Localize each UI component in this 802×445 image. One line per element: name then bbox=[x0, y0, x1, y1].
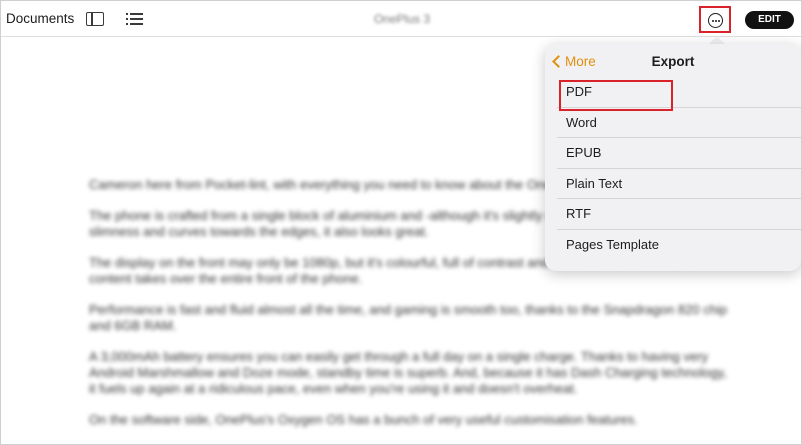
export-item-pdf[interactable]: PDF bbox=[557, 77, 801, 111]
export-item-word[interactable]: Word bbox=[557, 108, 801, 138]
top-toolbar: Documents OnePlus 3 EDIT bbox=[1, 1, 801, 37]
edit-button[interactable]: EDIT bbox=[745, 11, 794, 29]
document-paragraph: Performance is fast and fluid almost all… bbox=[89, 302, 728, 333]
document-paragraph: On the software side, OnePlus's Oxygen O… bbox=[89, 412, 638, 427]
document-title: OnePlus 3 bbox=[373, 12, 431, 26]
app-window: Cameron here from Pocket-lint, with ever… bbox=[0, 0, 802, 445]
document-paragraph: A 3,000mAh battery ensures you can easil… bbox=[89, 349, 727, 396]
more-options-button[interactable] bbox=[699, 6, 731, 33]
export-popover: More Export PDF Word EPUB Plain Text RTF… bbox=[545, 44, 801, 271]
export-item-pages-template[interactable]: Pages Template bbox=[557, 230, 801, 261]
export-item-rtf[interactable]: RTF bbox=[557, 199, 801, 230]
export-item-plain-text[interactable]: Plain Text bbox=[557, 169, 801, 199]
more-options-icon bbox=[708, 13, 723, 28]
popover-title: Export bbox=[651, 54, 695, 69]
export-item-epub[interactable]: EPUB bbox=[557, 138, 801, 169]
export-format-list: PDF Word EPUB Plain Text RTF Pages Templ… bbox=[557, 77, 801, 260]
